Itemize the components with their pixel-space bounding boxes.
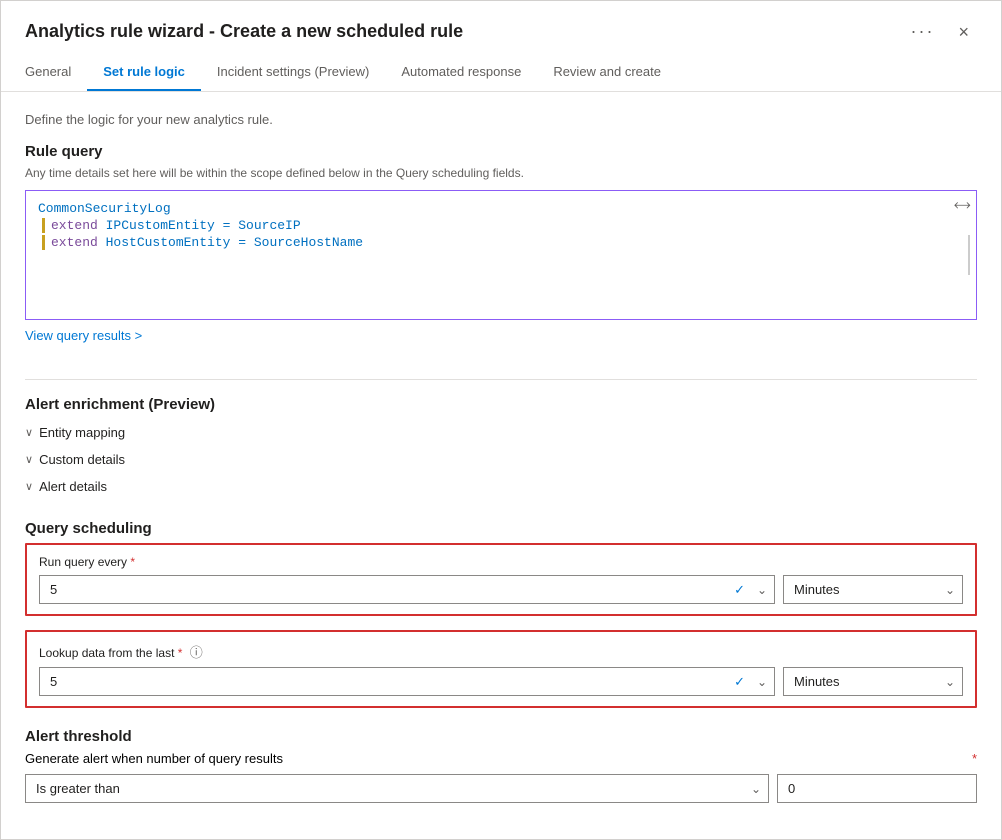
lookup-info-icon[interactable]: ⓘ bbox=[190, 645, 203, 660]
custom-details-item[interactable]: ∨ Custom details bbox=[25, 446, 977, 473]
run-query-unit-wrapper: Minutes Hours Days ⌄ bbox=[783, 575, 963, 604]
rule-query-subtitle: Any time details set here will be within… bbox=[25, 166, 977, 180]
chevron-custom-details: ∨ bbox=[25, 453, 33, 466]
ellipsis-button[interactable]: ··· bbox=[903, 17, 943, 46]
analytics-rule-dialog: Analytics rule wizard - Create a new sch… bbox=[0, 0, 1002, 840]
condition-select[interactable]: Is greater than Is less than Is equal to… bbox=[25, 774, 769, 803]
dialog-header: Analytics rule wizard - Create a new sch… bbox=[1, 1, 1001, 46]
lookup-unit-select[interactable]: Minutes Hours Days bbox=[783, 667, 963, 696]
rule-query-section: Rule query Any time details set here wil… bbox=[25, 143, 977, 363]
threshold-input-row: Is greater than Is less than Is equal to… bbox=[25, 774, 977, 803]
alert-threshold-section: Alert threshold Generate alert when numb… bbox=[25, 728, 977, 803]
alert-details-item[interactable]: ∨ Alert details bbox=[25, 473, 977, 500]
query-text-main: CommonSecurityLog bbox=[38, 201, 171, 216]
divider-1 bbox=[25, 379, 977, 380]
query-indent-1: extend IPCustomEntity = SourceIP bbox=[42, 218, 301, 233]
run-query-value-select[interactable]: 5 10 15 30 60 bbox=[39, 575, 775, 604]
query-keyword-1: extend bbox=[51, 218, 98, 233]
tab-set-rule-logic[interactable]: Set rule logic bbox=[87, 54, 201, 91]
query-keyword-2: extend bbox=[51, 235, 98, 250]
chevron-entity-mapping: ∨ bbox=[25, 426, 33, 439]
generate-alert-label: Generate alert when number of query resu… bbox=[25, 751, 283, 766]
rule-query-title: Rule query bbox=[25, 143, 977, 160]
run-query-value-wrapper: 5 10 15 30 60 ✓ ⌄ bbox=[39, 575, 775, 604]
page-description: Define the logic for your new analytics … bbox=[25, 112, 977, 127]
run-query-required-star: * bbox=[130, 555, 135, 569]
query-indent-2: extend HostCustomEntity = SourceHostName bbox=[42, 235, 363, 250]
tab-bar: General Set rule logic Incident settings… bbox=[1, 54, 1001, 92]
run-query-every-row: 5 10 15 30 60 ✓ ⌄ Minutes Hours bbox=[39, 575, 963, 604]
alert-details-label: Alert details bbox=[39, 479, 107, 494]
lookup-data-row: 5 10 15 30 60 ✓ ⌄ Minutes Hours bbox=[39, 667, 963, 696]
run-query-unit-select[interactable]: Minutes Hours Days bbox=[783, 575, 963, 604]
view-query-results-link[interactable]: View query results > bbox=[25, 328, 142, 343]
lookup-unit-wrapper: Minutes Hours Days ⌄ bbox=[783, 667, 963, 696]
query-container: CommonSecurityLog extend IPCustomEntity … bbox=[25, 190, 977, 320]
lookup-value-select[interactable]: 5 10 15 30 60 bbox=[39, 667, 775, 696]
scrollbar bbox=[968, 235, 970, 275]
threshold-title: Alert threshold bbox=[25, 728, 977, 745]
entity-mapping-label: Entity mapping bbox=[39, 425, 125, 440]
tab-general[interactable]: General bbox=[25, 54, 87, 91]
lookup-data-group: Lookup data from the last * ⓘ 5 10 15 30… bbox=[25, 630, 977, 708]
threshold-value-input[interactable] bbox=[777, 774, 977, 803]
header-actions: ··· × bbox=[903, 17, 978, 46]
entity-mapping-item[interactable]: ∨ Entity mapping bbox=[25, 419, 977, 446]
lookup-data-label: Lookup data from the last * ⓘ bbox=[39, 642, 963, 661]
dialog-title: Analytics rule wizard - Create a new sch… bbox=[25, 21, 903, 42]
tab-incident-settings[interactable]: Incident settings (Preview) bbox=[201, 54, 385, 91]
run-query-every-group: Run query every * 5 10 15 30 60 ✓ ⌄ bbox=[25, 543, 977, 616]
query-line-2: extend IPCustomEntity = SourceIP bbox=[38, 218, 964, 233]
run-query-every-label: Run query every * bbox=[39, 555, 963, 569]
tab-review-and-create[interactable]: Review and create bbox=[537, 54, 677, 91]
query-line-1: CommonSecurityLog bbox=[38, 201, 964, 216]
threshold-value-wrapper bbox=[777, 774, 977, 803]
enrichment-section: Alert enrichment (Preview) ∨ Entity mapp… bbox=[25, 396, 977, 500]
lookup-required-star: * bbox=[178, 646, 183, 660]
close-button[interactable]: × bbox=[950, 19, 977, 45]
threshold-required-star: * bbox=[972, 751, 977, 766]
threshold-label-row: Generate alert when number of query resu… bbox=[25, 751, 977, 766]
lookup-value-wrapper: 5 10 15 30 60 ✓ ⌄ bbox=[39, 667, 775, 696]
main-content: Define the logic for your new analytics … bbox=[1, 92, 1001, 839]
chevron-alert-details: ∨ bbox=[25, 480, 33, 493]
query-editor-box[interactable]: CommonSecurityLog extend IPCustomEntity … bbox=[25, 190, 977, 320]
query-scheduling-section: Query scheduling Run query every * 5 10 … bbox=[25, 520, 977, 708]
custom-details-label: Custom details bbox=[39, 452, 125, 467]
condition-select-wrapper: Is greater than Is less than Is equal to… bbox=[25, 774, 769, 803]
query-rest-1: IPCustomEntity = SourceIP bbox=[98, 218, 301, 233]
scheduling-title: Query scheduling bbox=[25, 520, 977, 537]
enrichment-title: Alert enrichment (Preview) bbox=[25, 396, 977, 413]
tab-automated-response[interactable]: Automated response bbox=[385, 54, 537, 91]
query-line-3: extend HostCustomEntity = SourceHostName bbox=[38, 235, 964, 250]
query-rest-2: HostCustomEntity = SourceHostName bbox=[98, 235, 363, 250]
